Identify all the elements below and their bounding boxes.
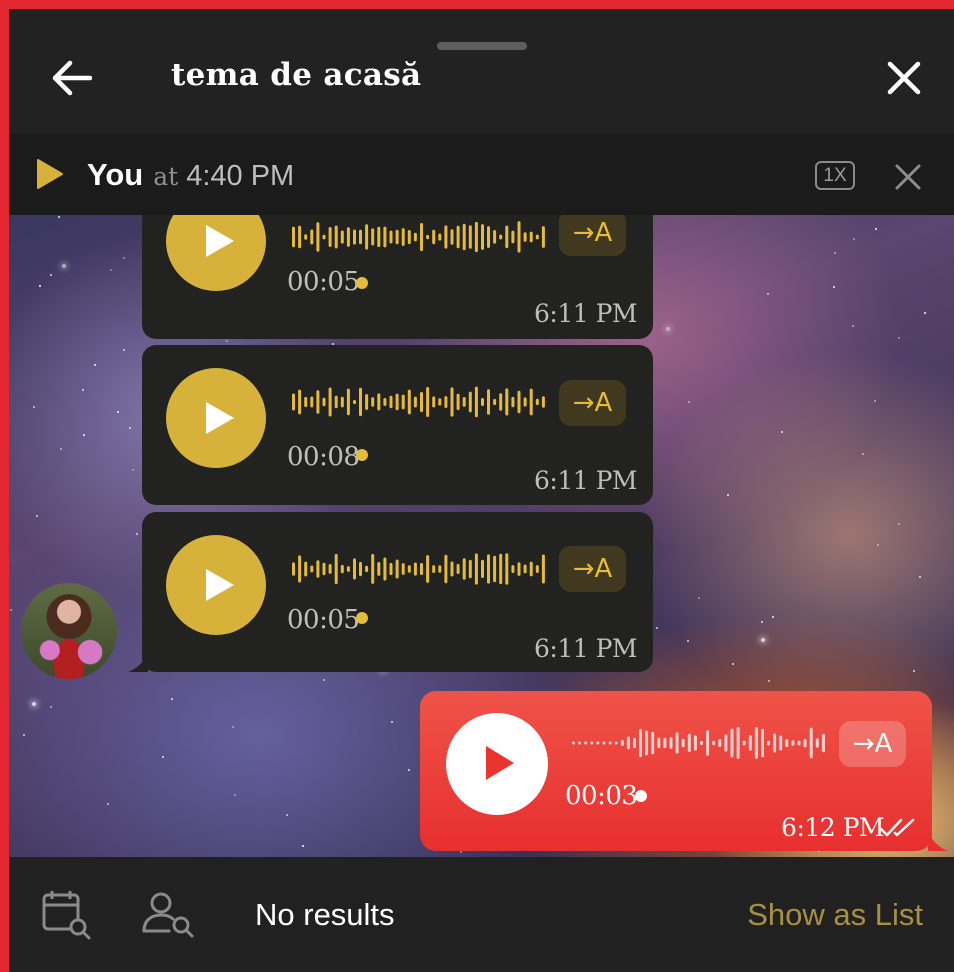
header: tema de acasă — [9, 9, 954, 134]
waveform — [292, 386, 545, 418]
calendar-search-icon[interactable] — [39, 889, 95, 941]
player-info: You at 4:40 PM — [87, 154, 294, 196]
message-time: 6:12 PM — [780, 813, 885, 842]
play-button[interactable] — [166, 368, 266, 468]
search-status: No results — [255, 897, 395, 932]
double-check-icon — [879, 818, 915, 837]
voice-duration: 00:03 — [565, 781, 638, 811]
voice-duration: 00:05 — [287, 267, 360, 297]
play-button[interactable] — [166, 215, 266, 291]
drag-handle[interactable] — [437, 42, 527, 50]
voice-duration: 00:08 — [287, 442, 360, 472]
unplayed-dot — [356, 612, 368, 624]
play-icon[interactable] — [35, 158, 65, 190]
voice-message[interactable]: →A 00:05 6:11 PM — [142, 215, 653, 339]
arrow-left-icon — [52, 60, 92, 96]
search-bottom-bar: No results Show as List — [9, 857, 954, 972]
app-window: tema de acasă You at 4:40 PM 1X →A 00:05… — [9, 9, 954, 972]
player-time: 4:40 PM — [186, 160, 295, 192]
waveform — [292, 553, 545, 585]
transcribe-button[interactable]: →A — [559, 546, 626, 592]
back-button[interactable] — [47, 53, 97, 103]
transcribe-button[interactable]: →A — [839, 721, 906, 767]
unplayed-dot — [356, 277, 368, 289]
voice-duration: 00:05 — [287, 605, 360, 635]
chat-area[interactable]: →A 00:05 6:11 PM →A 00:08 6:11 PM →A 00:… — [9, 215, 954, 857]
close-button[interactable] — [881, 55, 927, 101]
close-icon[interactable] — [893, 162, 923, 192]
unplayed-dot — [635, 790, 647, 802]
show-as-list-button[interactable]: Show as List — [747, 895, 923, 935]
play-icon — [206, 402, 234, 434]
waveform — [572, 727, 825, 759]
message-time: 6:11 PM — [533, 634, 638, 663]
audio-player-bar: You at 4:40 PM 1X — [9, 134, 954, 215]
unplayed-dot — [356, 449, 368, 461]
message-time: 6:11 PM — [533, 466, 638, 495]
bubble-tail — [128, 652, 148, 672]
play-icon — [206, 569, 234, 601]
voice-message[interactable]: →A 00:05 6:11 PM — [142, 512, 653, 672]
play-icon — [486, 746, 514, 780]
message-time: 6:11 PM — [533, 299, 638, 328]
player-sender: You — [87, 157, 144, 192]
voice-message[interactable]: →A 00:08 6:11 PM — [142, 345, 653, 505]
user-search-icon[interactable] — [141, 889, 197, 941]
player-at-label: at — [153, 162, 179, 191]
bubble-tail — [928, 831, 948, 851]
play-icon — [206, 225, 234, 257]
page-title: tema de acasă — [171, 57, 422, 93]
playback-speed-button[interactable]: 1X — [815, 161, 855, 190]
voice-message-outgoing[interactable]: →A 00:03 6:12 PM — [420, 691, 932, 851]
play-button[interactable] — [166, 535, 266, 635]
waveform — [292, 221, 545, 253]
transcribe-button[interactable]: →A — [559, 215, 626, 256]
play-button[interactable] — [446, 713, 548, 815]
avatar[interactable] — [21, 583, 117, 679]
transcribe-button[interactable]: →A — [559, 380, 626, 426]
close-icon — [887, 61, 921, 95]
